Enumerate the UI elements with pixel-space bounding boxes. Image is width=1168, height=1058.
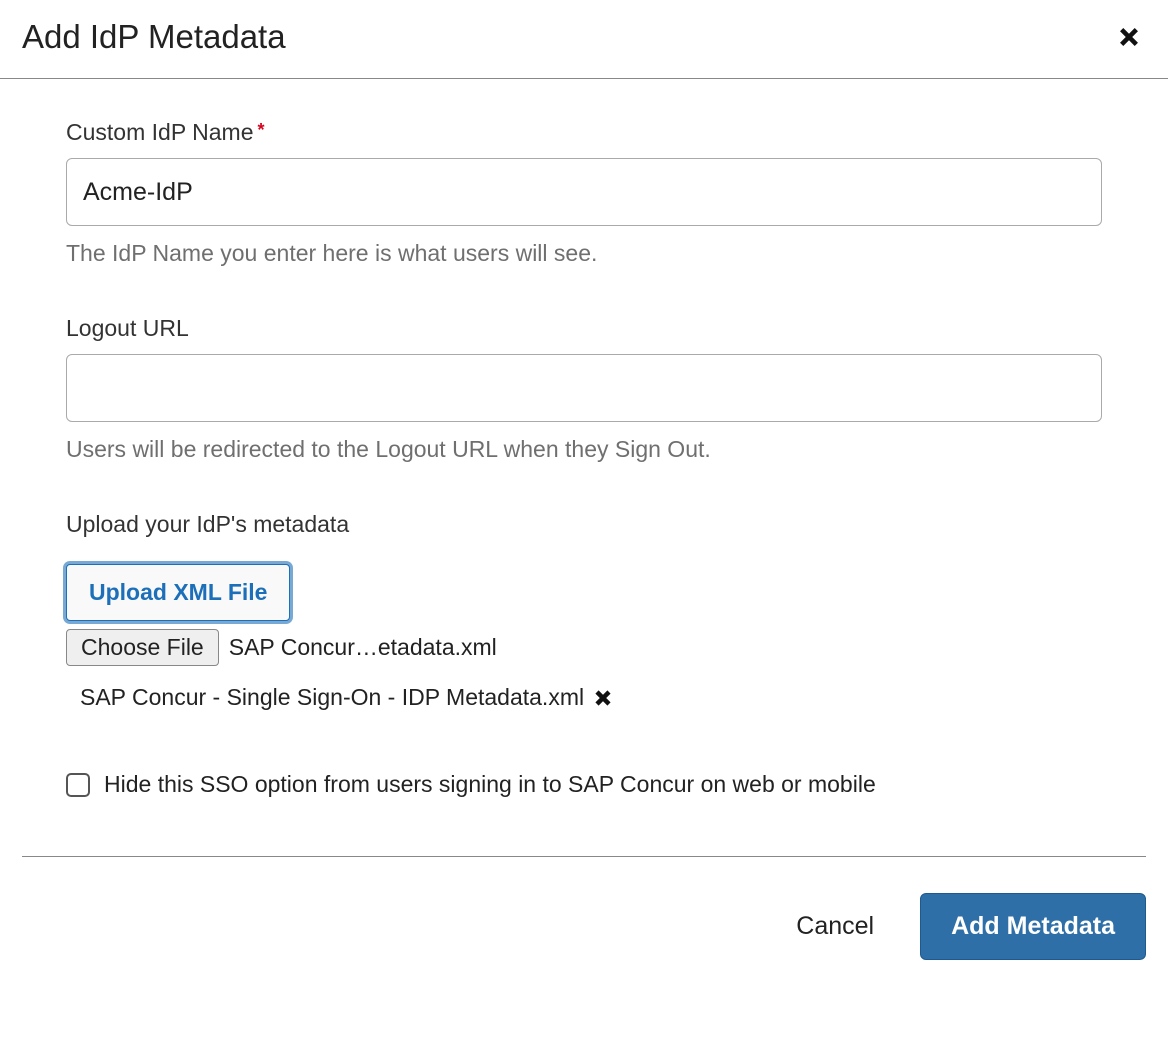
custom-idp-name-label-text: Custom IdP Name <box>66 119 253 145</box>
modal-header: Add IdP Metadata <box>0 0 1168 79</box>
close-button[interactable] <box>1112 22 1146 52</box>
custom-idp-name-label: Custom IdP Name* <box>66 119 1102 146</box>
custom-idp-name-help: The IdP Name you enter here is what user… <box>66 240 1102 267</box>
required-asterisk-icon: * <box>257 120 264 140</box>
logout-url-input[interactable] <box>66 354 1102 422</box>
hide-sso-checkbox[interactable] <box>66 773 90 797</box>
custom-idp-name-input[interactable] <box>66 158 1102 226</box>
custom-idp-name-group: Custom IdP Name* The IdP Name you enter … <box>66 119 1102 267</box>
add-metadata-button[interactable]: Add Metadata <box>920 893 1146 960</box>
modal-title: Add IdP Metadata <box>22 18 286 56</box>
hide-sso-label[interactable]: Hide this SSO option from users signing … <box>104 771 876 798</box>
close-icon <box>594 689 612 707</box>
add-idp-metadata-modal: Add IdP Metadata Custom IdP Name* The Id… <box>0 0 1168 980</box>
upload-xml-file-button[interactable]: Upload XML File <box>66 564 290 621</box>
file-picker-row: Choose File SAP Concur…etadata.xml <box>66 629 1102 666</box>
upload-metadata-group: Upload your IdP's metadata Upload XML Fi… <box>66 511 1102 798</box>
modal-body: Custom IdP Name* The IdP Name you enter … <box>0 79 1168 856</box>
cancel-button[interactable]: Cancel <box>796 912 874 941</box>
logout-url-label: Logout URL <box>66 315 1102 342</box>
logout-url-help: Users will be redirected to the Logout U… <box>66 436 1102 463</box>
close-icon <box>1118 26 1140 48</box>
uploaded-file-row: SAP Concur - Single Sign-On - IDP Metada… <box>66 684 1102 711</box>
upload-section-label: Upload your IdP's metadata <box>66 511 1102 538</box>
hide-sso-option-row: Hide this SSO option from users signing … <box>66 771 1102 798</box>
remove-uploaded-file-button[interactable] <box>592 687 614 709</box>
chosen-file-short-name: SAP Concur…etadata.xml <box>229 634 497 661</box>
logout-url-group: Logout URL Users will be redirected to t… <box>66 315 1102 463</box>
uploaded-file-name: SAP Concur - Single Sign-On - IDP Metada… <box>80 684 584 711</box>
choose-file-button[interactable]: Choose File <box>66 629 219 666</box>
modal-footer: Cancel Add Metadata <box>22 856 1146 980</box>
